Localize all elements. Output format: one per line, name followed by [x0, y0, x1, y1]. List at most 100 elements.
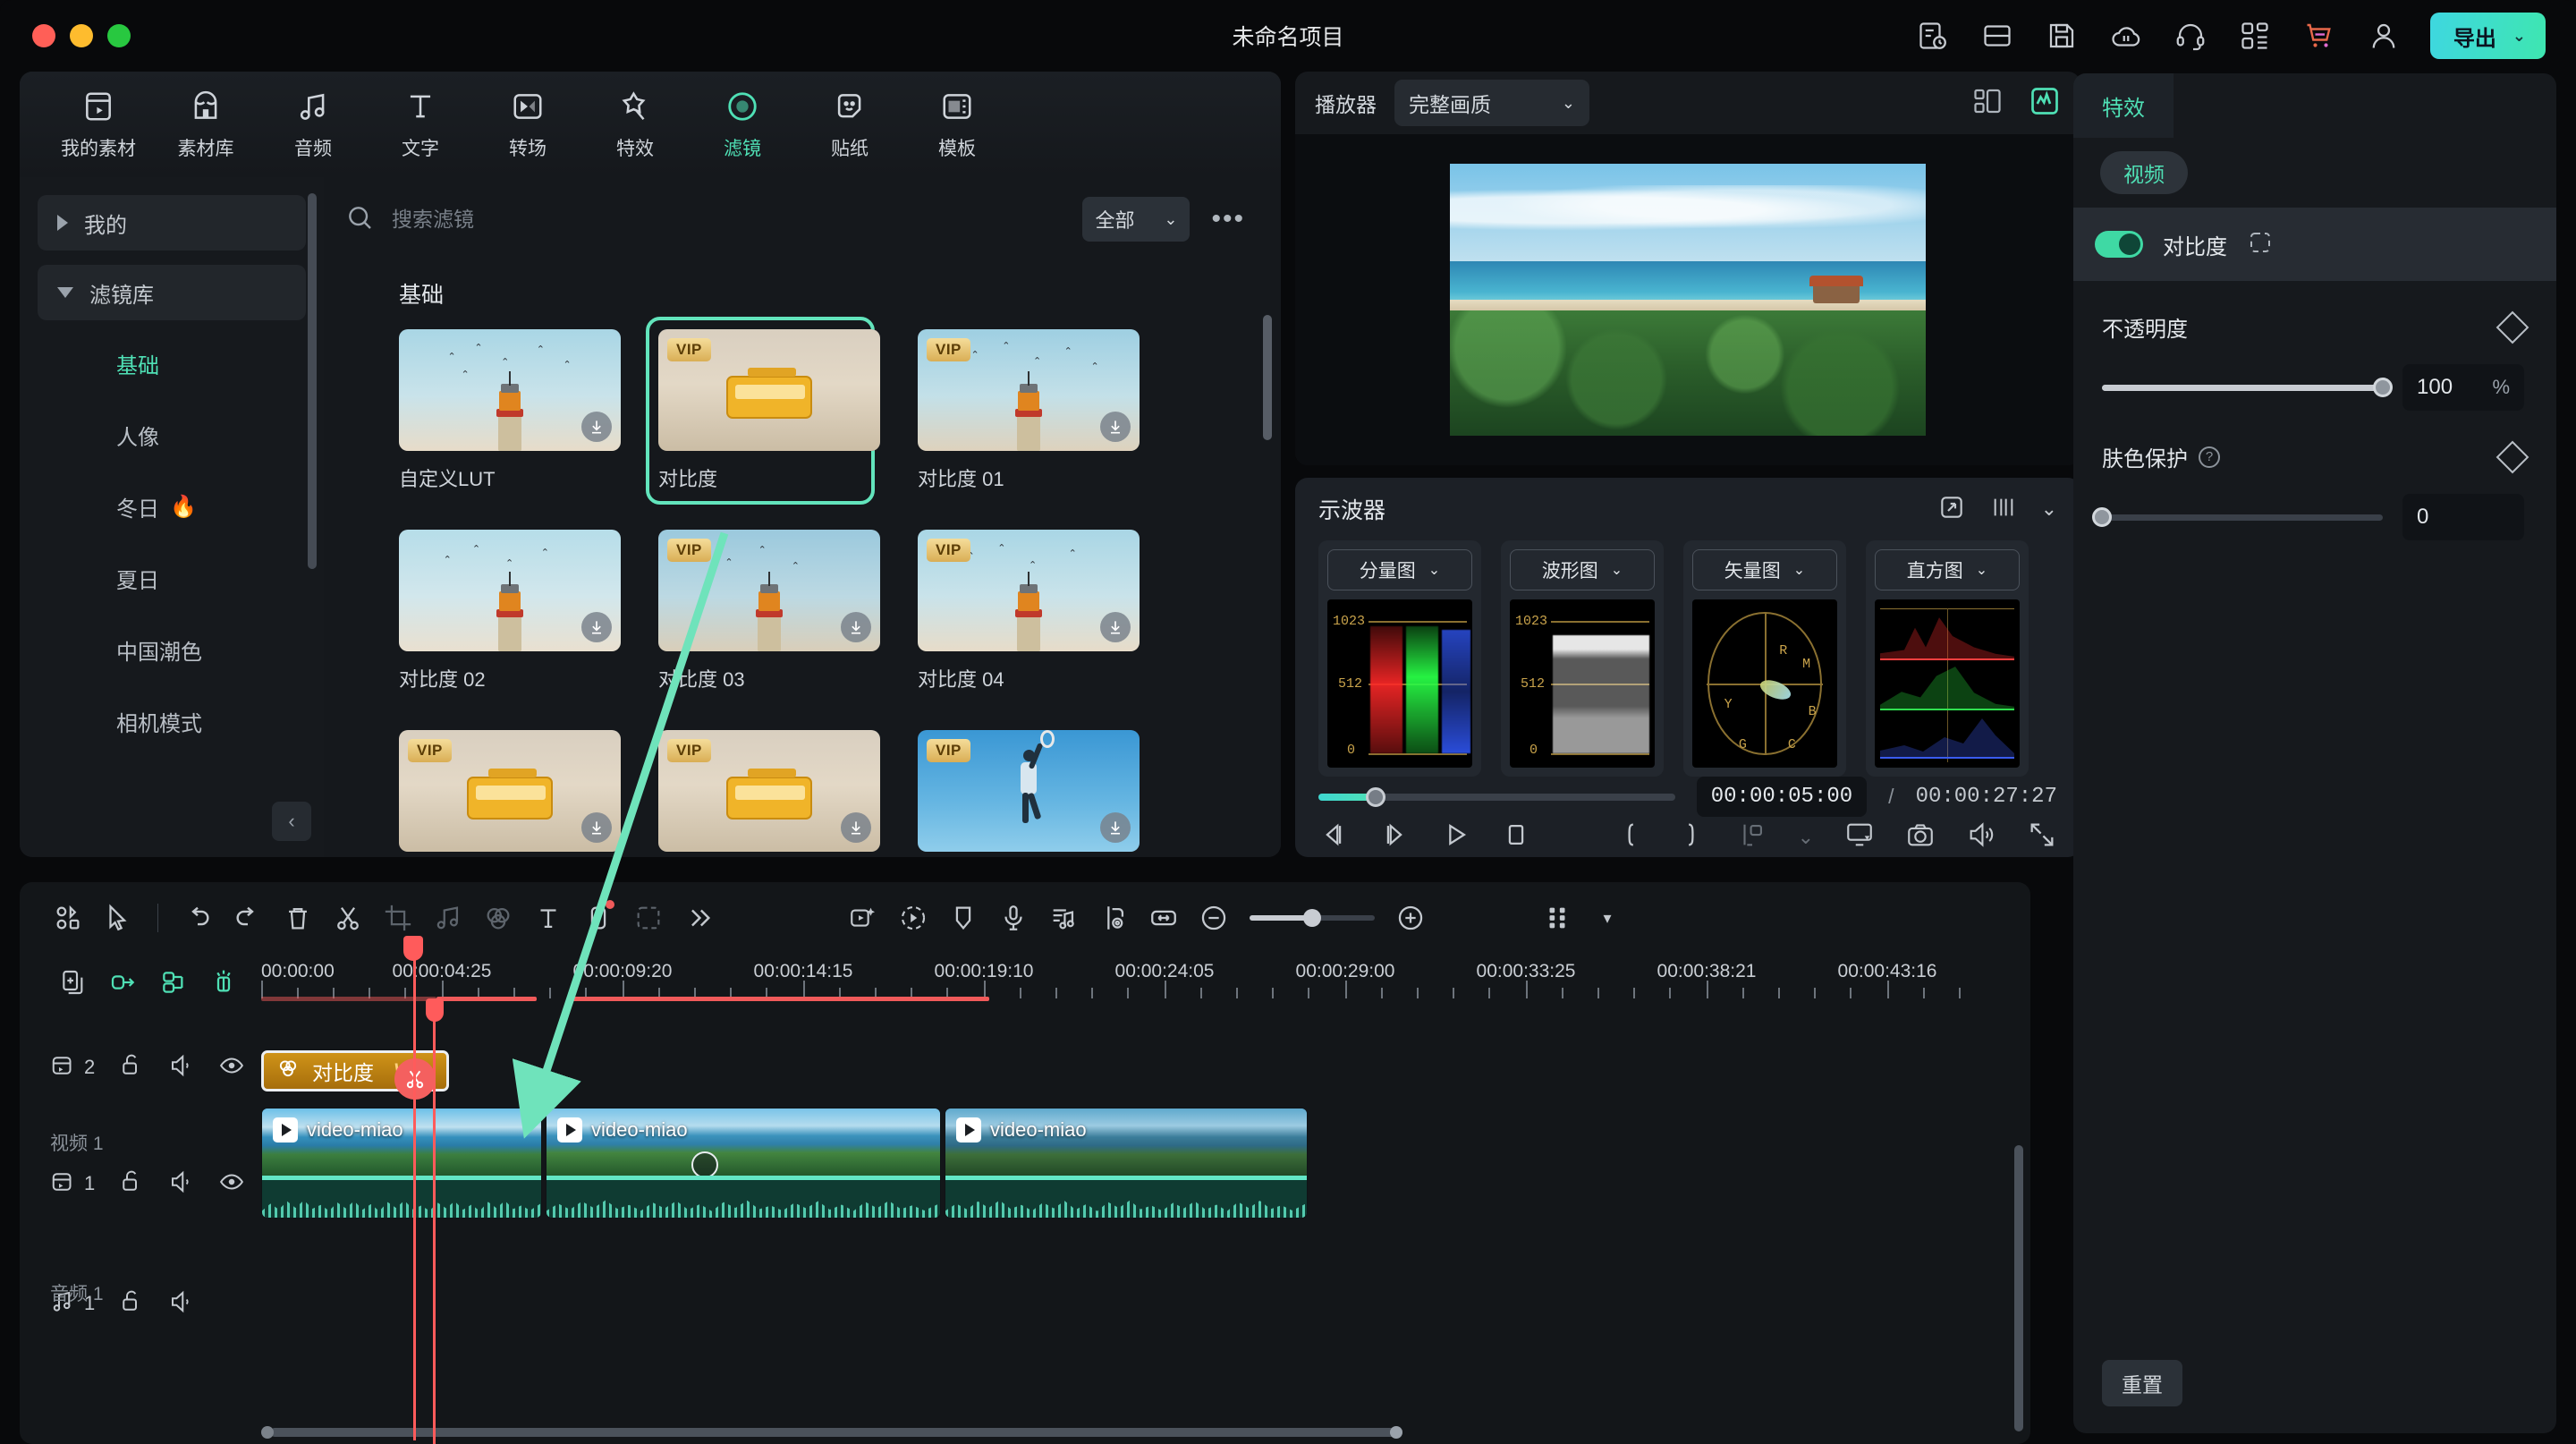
filter-card[interactable]: ⌃ ⌃ ⌃ ⌃ ⌃ VIP 对比度 01	[918, 329, 1140, 492]
timeline-zoom-slider[interactable]	[1250, 909, 1375, 927]
effect-enable-toggle[interactable]	[2095, 231, 2143, 258]
link-icon[interactable]	[102, 964, 145, 1001]
filter-grid-scroll[interactable]: 基础 ⌃ ⌃ ⌃ ⌃ ⌃ ⌃ 自定义LUT VIP 对比度 ⌃ ⌃ ⌃ ⌃ ⌃ …	[324, 261, 1281, 857]
audio-detach-icon[interactable]	[423, 896, 473, 939]
auto-reframe-icon[interactable]	[838, 896, 888, 939]
timeline-ruler[interactable]: 00:00:00 00:00:04:25 00:00:09:20 00:00:1…	[254, 954, 2030, 1011]
audio-sync-icon[interactable]	[1089, 896, 1139, 939]
keying-icon[interactable]	[623, 896, 674, 939]
download-icon[interactable]	[1100, 612, 1131, 642]
filter-card[interactable]: ⌃ ⌃ ⌃ ⌃ ⌃ ⌃ 自定义LUT	[399, 329, 621, 492]
download-icon[interactable]	[581, 412, 612, 442]
help-icon[interactable]: ?	[2199, 446, 2220, 468]
crop-icon[interactable]	[373, 896, 423, 939]
video-clip[interactable]: video-miao	[945, 1108, 1308, 1219]
fullscreen-icon[interactable]	[2027, 820, 2057, 854]
add-track-icon[interactable]	[52, 964, 95, 1001]
eye-icon[interactable]	[218, 1052, 245, 1083]
tab-stock-library[interactable]: 素材库	[152, 88, 259, 161]
search-box[interactable]	[345, 203, 1067, 236]
prev-frame-icon[interactable]	[1318, 820, 1349, 854]
download-icon[interactable]	[1100, 412, 1131, 442]
zoom-in-icon[interactable]	[1385, 896, 1436, 939]
chevron-down-icon[interactable]: ⌄	[2512, 27, 2535, 46]
camera-icon[interactable]	[1905, 820, 1936, 854]
snapshot-marker-icon[interactable]	[1737, 820, 1767, 854]
chevron-down-icon[interactable]: ⌄	[1798, 826, 1814, 849]
more-icon[interactable]	[674, 896, 724, 939]
category-scrollbar[interactable]	[308, 193, 317, 569]
tab-effects[interactable]: 特效	[581, 88, 689, 161]
category-item-camera-mode[interactable]: 相机模式	[20, 685, 324, 757]
filter-card[interactable]: ⌃⌃⌃⌃ VIP 对比度 03	[658, 530, 880, 692]
seek-bar[interactable]	[1318, 786, 1675, 807]
more-options-icon[interactable]: •••	[1206, 204, 1250, 234]
category-item-summer[interactable]: 夏日	[20, 542, 324, 614]
account-icon[interactable]	[2366, 18, 2402, 54]
filter-card[interactable]: VIP	[658, 730, 880, 852]
tab-my-media[interactable]: 我的素材	[45, 88, 152, 161]
video-stage[interactable]	[1295, 134, 2080, 465]
volume-icon[interactable]	[1966, 820, 1996, 854]
download-icon[interactable]	[581, 612, 612, 642]
undo-icon[interactable]	[173, 896, 223, 939]
filter-card[interactable]: ⌃ ⌃ ⌃ ⌃ 对比度 02	[399, 530, 621, 692]
filter-card-selected[interactable]: VIP 对比度	[646, 317, 880, 505]
color-icon[interactable]	[473, 896, 523, 939]
tab-sticker[interactable]: 贴纸	[796, 88, 903, 161]
mute-icon[interactable]	[168, 1168, 195, 1200]
mask-icon[interactable]	[2247, 229, 2274, 260]
mute-icon[interactable]	[168, 1288, 195, 1320]
download-icon[interactable]	[841, 612, 871, 642]
playhead-handle[interactable]	[403, 936, 423, 961]
timeline-horizontal-scrollbar[interactable]	[261, 1426, 2011, 1439]
minimize-window-button[interactable]	[70, 24, 93, 47]
scope-type-select[interactable]: 矢量图 ⌄	[1692, 549, 1837, 590]
beat-detect-icon[interactable]	[1038, 896, 1089, 939]
scope-popout-icon[interactable]	[1937, 493, 1966, 526]
fit-timeline-icon[interactable]	[1139, 896, 1189, 939]
skin-protect-value-box[interactable]: 0	[2402, 494, 2524, 540]
category-item-winter[interactable]: 冬日 🔥	[20, 471, 324, 542]
mark-out-icon[interactable]	[1676, 820, 1707, 854]
speed-icon[interactable]	[888, 896, 938, 939]
scope-view-icon[interactable]	[2029, 85, 2061, 122]
save-icon[interactable]	[2044, 18, 2080, 54]
multi-select-icon[interactable]	[43, 896, 93, 939]
filter-card[interactable]: ⌃ ⌃ ⌃ ⌃ VIP 对比度 04	[918, 530, 1140, 692]
category-item-basic[interactable]: 基础	[20, 327, 324, 399]
tab-audio[interactable]: 音频	[259, 88, 367, 161]
scope-type-select[interactable]: 分量图 ⌄	[1327, 549, 1472, 590]
category-group-mine[interactable]: 我的	[38, 195, 306, 251]
reset-button[interactable]: 重置	[2102, 1360, 2182, 1406]
chip-video[interactable]: 视频	[2100, 151, 2188, 194]
search-input[interactable]	[392, 207, 1067, 232]
cursor-icon[interactable]	[93, 896, 143, 939]
opacity-value-box[interactable]: 100 %	[2402, 364, 2524, 411]
collapse-sidebar-button[interactable]: ‹	[272, 802, 311, 841]
zoom-out-icon[interactable]	[1189, 896, 1239, 939]
category-group-filter-library[interactable]: 滤镜库	[38, 265, 306, 320]
group-icon[interactable]	[152, 964, 195, 1001]
quality-select[interactable]: 完整画质 ⌄	[1394, 80, 1589, 126]
transition-marker-icon[interactable]	[691, 1151, 718, 1178]
dropdown-icon[interactable]: ▾	[1582, 896, 1632, 939]
opacity-slider[interactable]	[2102, 378, 2393, 397]
scope-type-select[interactable]: 直方图 ⌄	[1875, 549, 2020, 590]
marker-icon[interactable]	[938, 896, 988, 939]
tab-transition[interactable]: 转场	[474, 88, 581, 161]
tab-filter[interactable]: 滤镜	[689, 88, 796, 161]
layout-icon[interactable]	[1979, 18, 2015, 54]
download-icon[interactable]	[841, 812, 871, 843]
mask-icon[interactable]	[573, 896, 623, 939]
tab-text[interactable]: 文字	[367, 88, 474, 161]
maximize-window-button[interactable]	[107, 24, 131, 47]
filter-card[interactable]: VIP	[918, 730, 1140, 852]
track-view-icon[interactable]	[1532, 896, 1582, 939]
scope-layout-icon[interactable]	[1989, 493, 2018, 526]
task-list-icon[interactable]	[1915, 18, 1951, 54]
seek-handle[interactable]	[1365, 786, 1385, 807]
video-clip[interactable]: video-miao	[261, 1108, 542, 1219]
play-icon[interactable]	[1440, 820, 1470, 854]
redo-icon[interactable]	[223, 896, 273, 939]
